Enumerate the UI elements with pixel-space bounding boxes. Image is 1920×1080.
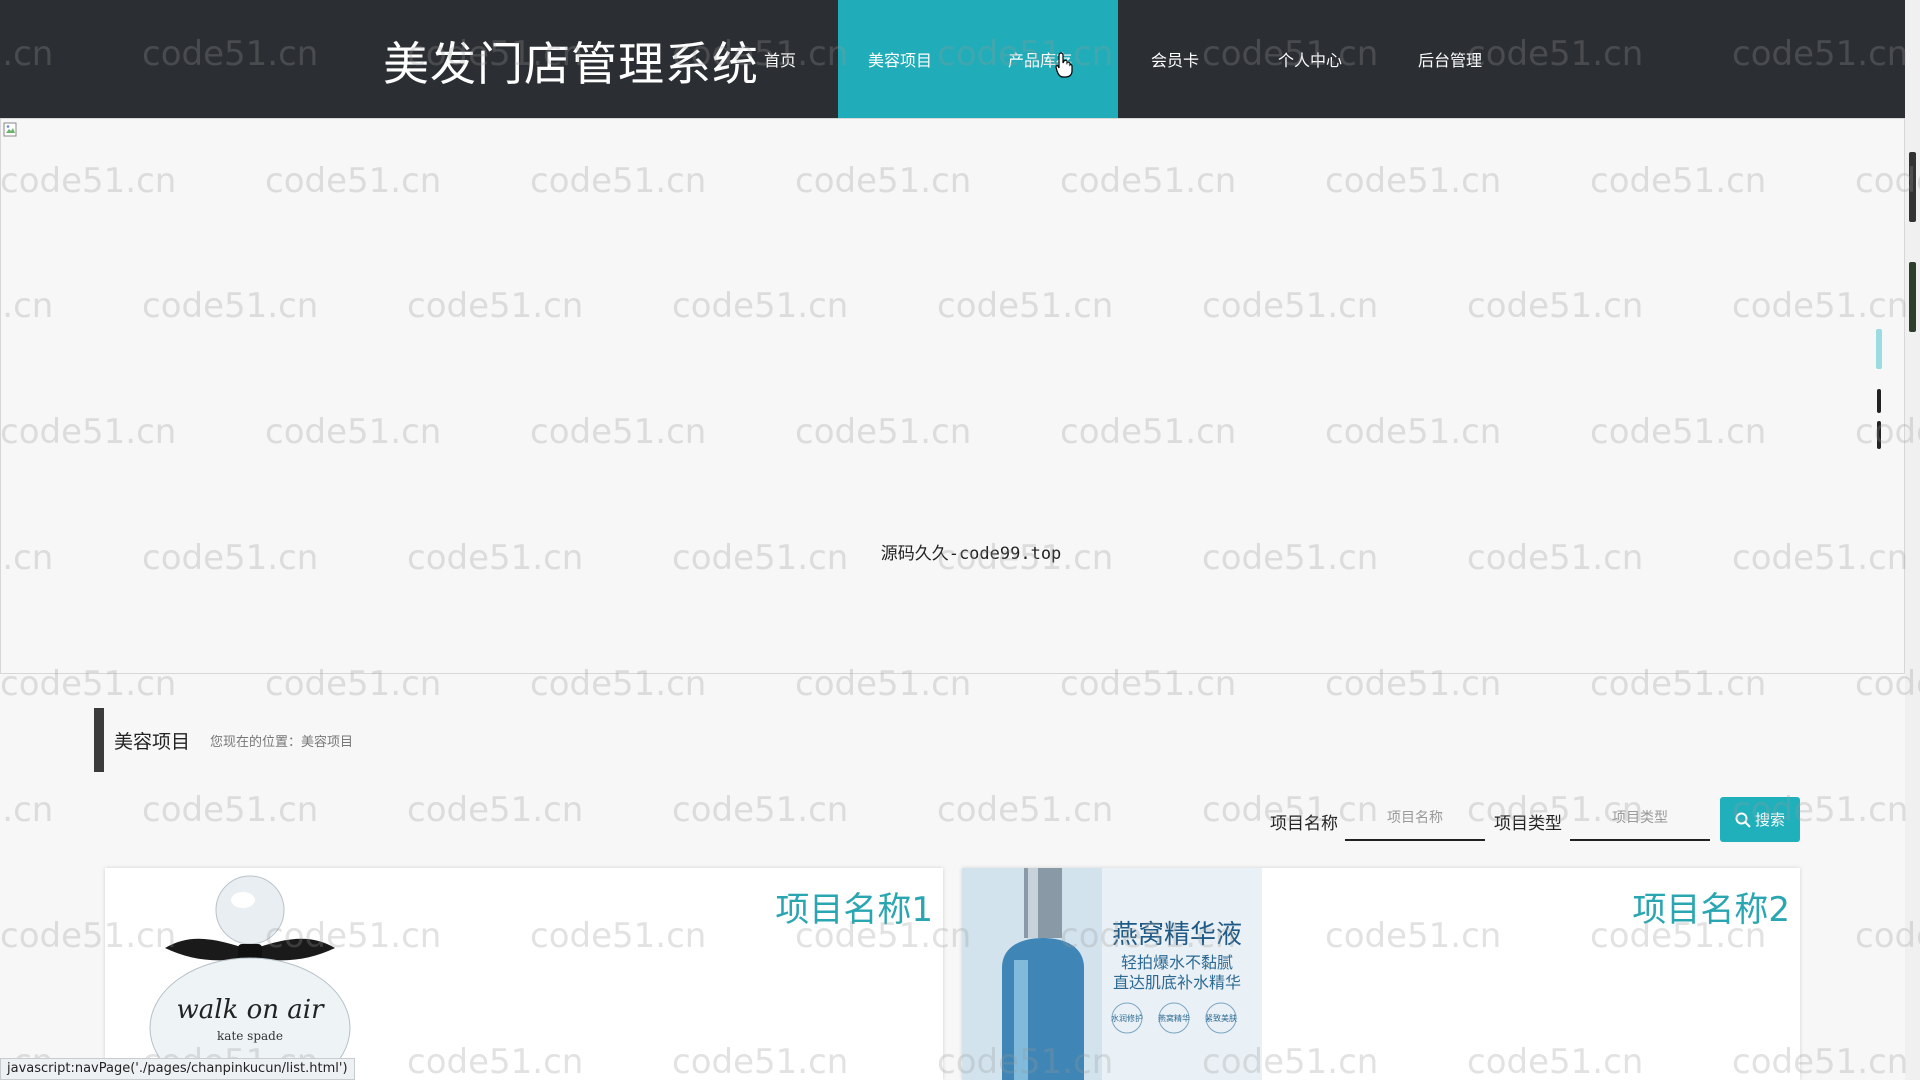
breadcrumb: 您现在的位置：美容项目: [210, 734, 354, 750]
search-name-label: 项目名称: [1270, 814, 1338, 834]
card-title[interactable]: 项目名称2: [1632, 882, 1790, 931]
perfume-brand-text: kate spade: [217, 1029, 283, 1043]
serum-badge-2: 燕窝精华: [1158, 1013, 1190, 1023]
site-brand-title[interactable]: 美发门店管理系统: [383, 28, 759, 94]
banner-caption: 源码久久-code99.top: [880, 544, 1062, 564]
perfume-bottle-image: walk on air kate spade: [105, 868, 405, 1080]
nav-personal-center[interactable]: 个人中心: [1240, 0, 1380, 118]
serum-subtext-1: 轻拍爆水不黏腻: [1121, 953, 1233, 972]
perfume-label-text: walk on air: [177, 995, 326, 1025]
hand-cursor-icon: [1055, 52, 1073, 78]
section-header: 美容项目 您现在的位置：美容项目: [94, 708, 353, 772]
project-card[interactable]: 燕窝精华液 轻拍爆水不黏腻 直达肌底补水精华 水润修护 燕窝精华 紧致美肤 项目…: [962, 868, 1800, 1080]
search-name-input[interactable]: [1345, 797, 1485, 841]
browser-status-bar: javascript:navPage('./pages/chanpinkucun…: [0, 1058, 355, 1080]
banner-carousel[interactable]: 源码久久-code99.top: [0, 118, 1905, 674]
search-icon: [1735, 812, 1751, 828]
nav-admin[interactable]: 后台管理: [1380, 0, 1520, 118]
serum-badge-3: 紧致美肤: [1205, 1013, 1237, 1023]
nav-product-inventory[interactable]: 产品库存: [970, 0, 1110, 118]
serum-product-image: 燕窝精华液 轻拍爆水不黏腻 直达肌底补水精华 水润修护 燕窝精华 紧致美肤: [962, 868, 1262, 1080]
search-button-label: 搜索: [1754, 811, 1785, 829]
search-type-input[interactable]: [1570, 797, 1710, 841]
nav-member-card[interactable]: 会员卡: [1110, 0, 1240, 118]
project-card[interactable]: walk on air kate spade 项目名称1: [105, 868, 943, 1080]
top-header: 美发门店管理系统 首页 美容项目 产品库存 会员卡 个人中心 后台管理: [0, 0, 1905, 118]
page-scrollbar[interactable]: [1905, 0, 1920, 1080]
main-nav: 首页 美容项目 产品库存 会员卡 个人中心 后台管理: [730, 0, 1520, 118]
serum-subtext-2: 直达肌底补水精华: [1113, 973, 1241, 992]
card-title[interactable]: 项目名称1: [775, 882, 933, 931]
section-accent-bar: [94, 708, 104, 772]
serum-title-text: 燕窝精华液: [1112, 920, 1242, 950]
search-type-label: 项目类型: [1494, 814, 1562, 834]
nav-home[interactable]: 首页: [730, 0, 830, 118]
banner-indicator[interactable]: [1874, 329, 1884, 459]
search-button[interactable]: 搜索: [1720, 797, 1800, 842]
search-bar: 项目名称 项目类型: [0, 795, 1920, 845]
nav-beauty-projects[interactable]: 美容项目: [830, 0, 970, 118]
section-title: 美容项目: [114, 730, 191, 753]
serum-badge-1: 水润修护: [1111, 1013, 1143, 1023]
broken-image-icon: [3, 122, 17, 137]
